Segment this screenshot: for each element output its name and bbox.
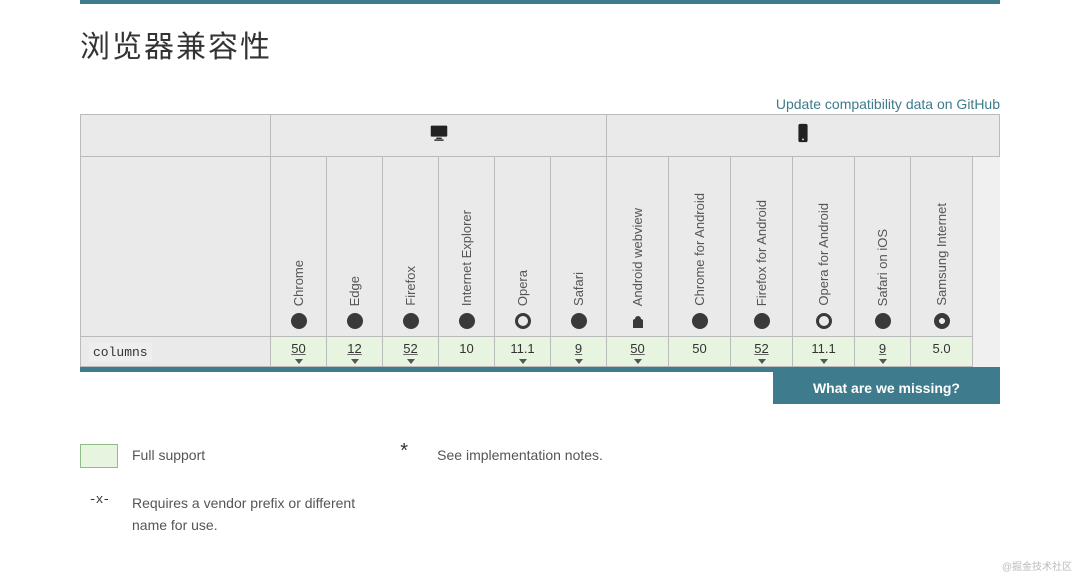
- platform-header-row: [81, 115, 1000, 157]
- chrome-icon: [692, 313, 708, 329]
- safari-icon: [875, 313, 891, 329]
- android-icon: [631, 314, 645, 328]
- browser-label: Samsung Internet: [934, 203, 949, 306]
- browser-header-firefox: Firefox: [383, 157, 439, 337]
- section-title: 浏览器兼容性: [80, 22, 1000, 66]
- asterisk-icon: *: [385, 444, 423, 458]
- support-cell: 5.0: [911, 337, 973, 367]
- expand-caret-icon: [519, 359, 527, 364]
- browser-label: Firefox: [403, 266, 418, 306]
- support-value: 52: [403, 341, 417, 356]
- expand-caret-icon: [758, 359, 766, 364]
- expand-caret-icon: [407, 359, 415, 364]
- platform-desktop: [271, 115, 607, 157]
- legend-full-support: Full support: [80, 444, 205, 468]
- browser-header-opera-for-android: Opera for Android: [793, 157, 855, 337]
- opera-icon: [816, 313, 832, 329]
- support-value: 10: [459, 341, 473, 356]
- browser-header-edge: Edge: [327, 157, 383, 337]
- browser-header-opera: Opera: [495, 157, 551, 337]
- browser-header-chrome-for-android: Chrome for Android: [669, 157, 731, 337]
- expand-caret-icon: [351, 359, 359, 364]
- support-cell[interactable]: 9: [551, 337, 607, 367]
- support-value: 11.1: [811, 341, 835, 356]
- full-support-swatch: [80, 444, 118, 468]
- support-cell[interactable]: 11.1: [495, 337, 551, 367]
- browser-header-row: Chrome Edge Firefox Internet Explorer Opera S…: [81, 157, 1000, 337]
- firefox-icon: [403, 313, 419, 329]
- support-value: 9: [575, 341, 582, 356]
- opera-icon: [515, 313, 531, 329]
- legend: Full support * See implementation notes.…: [80, 404, 1000, 537]
- support-cell[interactable]: 50: [271, 337, 327, 367]
- legend-full-support-text: Full support: [132, 444, 205, 466]
- browser-label: Android webview: [630, 208, 645, 306]
- browser-header-firefox-for-android: Firefox for Android: [731, 157, 793, 337]
- browser-label: Opera for Android: [816, 203, 831, 306]
- missing-button[interactable]: What are we missing?: [773, 372, 1000, 404]
- legend-prefix: -x- Requires a vendor prefix or differen…: [80, 492, 1000, 537]
- legend-prefix-text: Requires a vendor prefix or different na…: [132, 492, 392, 537]
- edge-icon: [347, 313, 363, 329]
- chrome-icon: [291, 313, 307, 329]
- support-cell[interactable]: 50: [607, 337, 669, 367]
- safari-icon: [571, 313, 587, 329]
- support-cell: 50: [669, 337, 731, 367]
- platform-mobile: [607, 115, 1000, 157]
- expand-caret-icon: [295, 359, 303, 364]
- browser-header-safari-on-ios: Safari on iOS: [855, 157, 911, 337]
- support-value: 50: [630, 341, 644, 356]
- prefix-icon: -x-: [80, 492, 118, 507]
- browser-label: Firefox for Android: [754, 200, 769, 306]
- support-cell[interactable]: 52: [383, 337, 439, 367]
- support-cell[interactable]: 11.1: [793, 337, 855, 367]
- firefox-icon: [754, 313, 770, 329]
- support-value: 11.1: [510, 341, 534, 356]
- browser-header-chrome: Chrome: [271, 157, 327, 337]
- expand-caret-icon: [820, 359, 828, 364]
- support-cell[interactable]: 52: [731, 337, 793, 367]
- browser-label: Chrome: [291, 260, 306, 306]
- ie-icon: [459, 313, 475, 329]
- browser-header-android-webview: Android webview: [607, 157, 669, 337]
- feature-name-cell: columns: [81, 337, 271, 367]
- watermark: @掘金技术社区: [1002, 558, 1072, 573]
- feature-column-header: [81, 115, 271, 157]
- expand-caret-icon: [575, 359, 583, 364]
- compat-table: Chrome Edge Firefox Internet Explorer Opera S…: [80, 114, 1000, 367]
- browser-label: Chrome for Android: [692, 193, 707, 306]
- browser-label: Internet Explorer: [459, 210, 474, 306]
- support-value: 9: [879, 341, 886, 356]
- desktop-icon: [428, 122, 450, 150]
- support-cell[interactable]: 9: [855, 337, 911, 367]
- feature-code: columns: [89, 343, 152, 362]
- legend-notes: * See implementation notes.: [385, 444, 603, 468]
- mobile-icon: [792, 122, 814, 150]
- support-cell: 10: [439, 337, 495, 367]
- browser-label: Opera: [515, 270, 530, 306]
- samsung-icon: [934, 313, 950, 329]
- browser-label: Safari: [571, 272, 586, 306]
- browser-header-internet-explorer: Internet Explorer: [439, 157, 495, 337]
- top-divider: [80, 0, 1000, 4]
- expand-caret-icon: [634, 359, 642, 364]
- support-value: 52: [754, 341, 768, 356]
- browser-feature-column-header: [81, 157, 271, 337]
- expand-caret-icon: [879, 359, 887, 364]
- browser-header-safari: Safari: [551, 157, 607, 337]
- support-value: 50: [692, 341, 706, 356]
- update-link[interactable]: Update compatibility data on GitHub: [776, 96, 1000, 112]
- browser-label: Edge: [347, 276, 362, 306]
- legend-notes-text: See implementation notes.: [437, 444, 603, 466]
- support-value: 50: [291, 341, 305, 356]
- feature-row: columns 50 12 52 10 11.1 9 50 50 52 11.1 9 5.0: [81, 337, 1000, 367]
- support-cell[interactable]: 12: [327, 337, 383, 367]
- support-value: 5.0: [932, 341, 950, 356]
- browser-label: Safari on iOS: [875, 229, 890, 306]
- support-value: 12: [347, 341, 361, 356]
- browser-header-samsung-internet: Samsung Internet: [911, 157, 973, 337]
